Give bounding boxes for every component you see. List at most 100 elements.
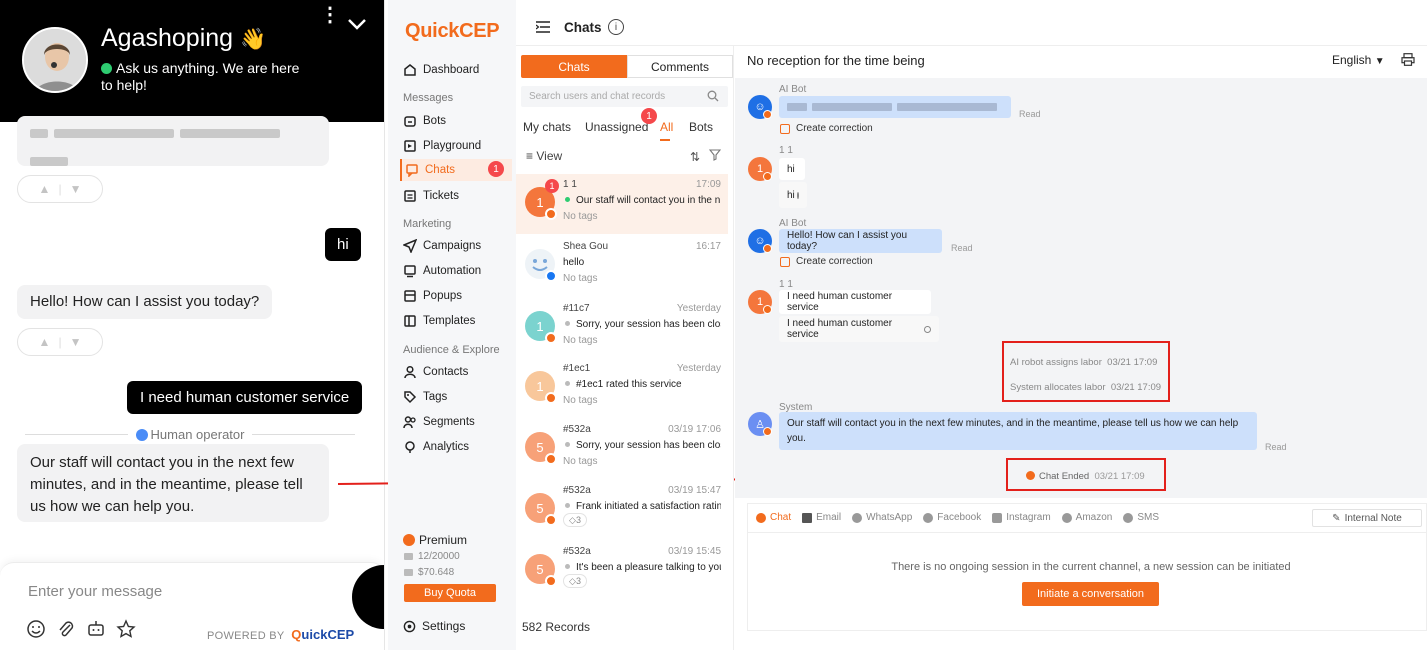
tab-chats[interactable]: Chats	[521, 55, 627, 78]
channel-icon	[545, 453, 557, 465]
playground-icon	[404, 140, 416, 152]
tab-comments[interactable]: Comments	[627, 55, 733, 78]
language-select[interactable]: English ▼	[1332, 53, 1385, 67]
conversation-item[interactable]: 5 #532a 03/19 17:06 Sorry, your session …	[516, 419, 728, 479]
sidebar-item-popups[interactable]: Popups	[400, 285, 512, 307]
sidebar-item-analytics[interactable]: Analytics	[400, 436, 512, 458]
message-input[interactable]	[28, 583, 328, 600]
channel-tab-chat[interactable]: Chat	[756, 512, 791, 523]
settings-icon	[403, 620, 416, 632]
buy-quota-button[interactable]: Buy Quota	[404, 584, 496, 602]
tag-count-pill: ◇ 3	[563, 574, 587, 588]
tag-icon	[404, 391, 417, 404]
unread-badge: 1	[545, 179, 559, 193]
message-quota-icon	[404, 553, 413, 560]
sender-label: 1 1	[779, 145, 793, 156]
edit-icon	[780, 123, 790, 134]
sidebar-item-tags[interactable]: Tags	[400, 386, 512, 408]
send-icon	[403, 239, 417, 253]
view-dropdown[interactable]: ≡ View	[526, 149, 562, 163]
conversation-preview: Our staff will contact you in the n	[563, 195, 721, 206]
channel-tab-email[interactable]: Email	[802, 512, 841, 523]
customer-avatar: 1	[748, 157, 772, 181]
print-icon[interactable]	[1401, 53, 1415, 66]
conversation-item[interactable]: 1 #11c7 Yesterday Sorry, your session ha…	[516, 298, 728, 358]
initiate-conversation-button[interactable]: Initiate a conversation	[1022, 582, 1159, 606]
attachment-icon[interactable]	[56, 619, 76, 639]
read-receipt: Read	[1019, 109, 1041, 119]
message-feedback[interactable]: ▲ | ▼	[17, 175, 103, 203]
premium-plan[interactable]: Premium	[403, 533, 467, 547]
widget-collapse-chevron-icon[interactable]	[345, 14, 369, 34]
powered-by: POWERED BY QuickCEP	[207, 627, 355, 642]
create-correction-link[interactable]: Create correction	[780, 123, 873, 134]
translate-icon	[796, 191, 799, 199]
internal-note-button[interactable]: ✎ Internal Note	[1312, 509, 1422, 527]
conversation-preview: Sorry, your session has been clos	[563, 319, 721, 330]
quickcep-logo[interactable]: QuickCEP	[405, 20, 500, 43]
thumbs-down-icon[interactable]: ▼	[70, 335, 82, 349]
conversation-item[interactable]: 5 #532a 03/19 15:45 It's been a pleasure…	[516, 541, 728, 601]
filter-my-chats[interactable]: My chats	[523, 120, 571, 134]
search-icon[interactable]	[707, 90, 719, 102]
create-correction-link[interactable]: Create correction	[780, 256, 873, 267]
sidebar-item-dashboard[interactable]: Dashboard	[400, 59, 512, 81]
channel-icon	[545, 208, 557, 220]
conversation-time: 03/19 17:06	[668, 424, 721, 435]
sidebar-item-templates[interactable]: Templates	[400, 310, 512, 332]
translate-icon	[924, 325, 931, 333]
user-message: hi	[325, 228, 361, 261]
widget-brand-title: Agashoping 👋	[101, 24, 267, 52]
sort-icon[interactable]: ⇅	[690, 150, 700, 164]
facebook-icon	[923, 512, 934, 523]
channel-tab-instagram[interactable]: Instagram	[992, 512, 1051, 523]
sidebar-item-tickets[interactable]: Tickets	[400, 185, 512, 207]
message-feedback[interactable]: ▲ | ▼	[17, 328, 103, 356]
sidebar-item-automation[interactable]: Automation	[400, 260, 512, 282]
chats-unread-badge: 1	[488, 161, 504, 177]
thumbs-up-icon[interactable]: ▲	[39, 335, 51, 349]
sidebar-section-audience: Audience & Explore	[403, 344, 500, 356]
sidebar-item-playground[interactable]: Playground	[400, 135, 512, 157]
sidebar-item-campaigns[interactable]: Campaigns	[400, 235, 512, 257]
status-dot-icon	[565, 564, 570, 569]
sidebar-item-contacts[interactable]: Contacts	[400, 361, 512, 383]
system-event-assign: AI robot assigns labor 03/21 17:09	[1010, 357, 1158, 368]
operator-divider: Human operator	[25, 426, 356, 442]
sidebar-item-chats[interactable]: Chats 1	[400, 159, 512, 181]
filter-icon[interactable]	[709, 149, 721, 161]
conversation-item[interactable]: 1 #1ec1 Yesterday #1ec1 rated this servi…	[516, 358, 728, 418]
filter-unassigned[interactable]: Unassigned	[585, 120, 648, 134]
conversation-item[interactable]: 1 1 1 1 17:09 Our staff will contact you…	[516, 174, 728, 234]
sidebar-section-marketing: Marketing	[403, 218, 452, 230]
sidebar-item-segments[interactable]: Segments	[400, 411, 512, 433]
widget-more-icon[interactable]: ⋮	[320, 5, 340, 25]
system-event-allocate: System allocates labor 03/21 17:09	[1010, 382, 1162, 393]
read-receipt: Read	[951, 243, 973, 253]
conversation-time: 03/19 15:47	[668, 485, 721, 496]
conversation-item[interactable]: 5 #532a 03/19 15:47 Frank initiated a sa…	[516, 480, 728, 540]
conversation-header: No reception for the time being	[747, 53, 925, 68]
menu-toggle-icon[interactable]	[536, 21, 550, 33]
chat-search-input[interactable]	[521, 86, 728, 107]
conversation-preview: hello	[563, 257, 585, 268]
thumbs-down-icon[interactable]: ▼	[70, 182, 82, 196]
star-icon[interactable]	[116, 619, 136, 639]
channel-tab-sms[interactable]: SMS	[1123, 512, 1159, 523]
filter-all[interactable]: All	[660, 120, 673, 134]
channel-tab-whatsapp[interactable]: WhatsApp	[852, 512, 912, 523]
conversation-item[interactable]: Shea Gou 16:17 hello No tags	[516, 236, 728, 296]
sidebar-item-bots[interactable]: Bots	[400, 110, 512, 132]
channel-tab-amazon[interactable]: Amazon	[1061, 512, 1112, 523]
sidebar-item-settings[interactable]: Settings	[403, 619, 465, 633]
online-status-icon	[101, 63, 112, 74]
conversation-name: 1 1	[563, 179, 577, 190]
filter-bots[interactable]: Bots	[689, 120, 713, 134]
emoji-icon[interactable]	[26, 619, 46, 639]
channel-tab-facebook[interactable]: Facebook	[923, 512, 981, 523]
conversation-name: #1ec1	[563, 363, 591, 374]
bot-icon[interactable]	[86, 619, 106, 639]
info-icon[interactable]: i	[608, 19, 624, 35]
thumbs-up-icon[interactable]: ▲	[39, 182, 51, 196]
translated-message: hi	[779, 182, 807, 208]
